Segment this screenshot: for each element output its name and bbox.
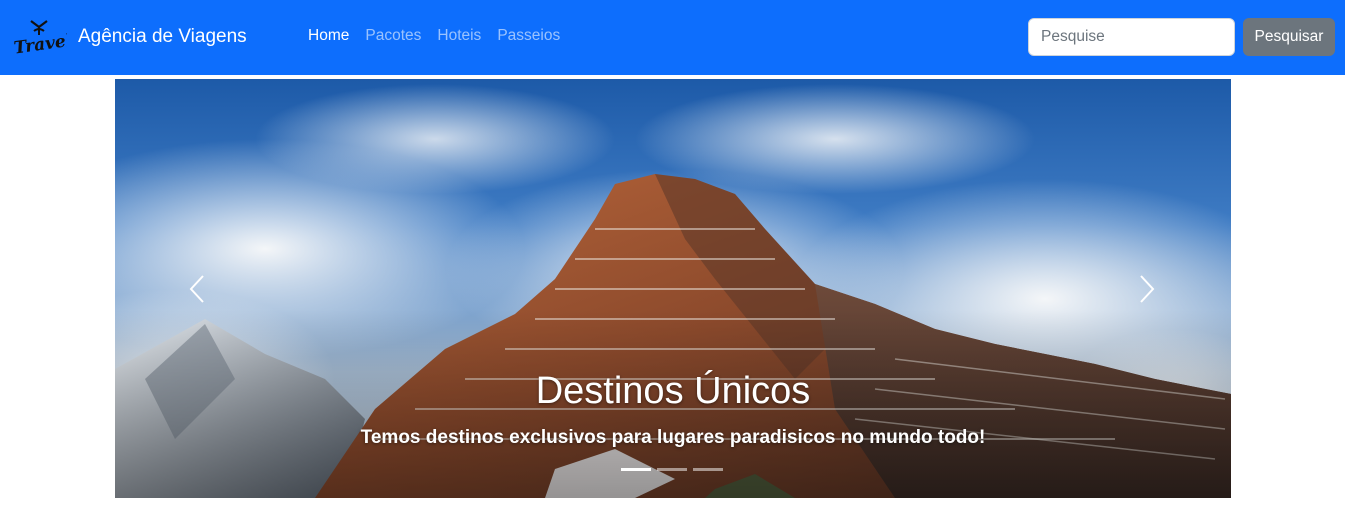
navbar: Travel Agência de Viagens Home Pacotes H… bbox=[0, 0, 1345, 75]
carousel-indicator-1[interactable] bbox=[621, 468, 651, 471]
chevron-right-icon bbox=[1140, 275, 1155, 303]
chevron-left-icon bbox=[189, 275, 204, 303]
carousel-indicators bbox=[621, 468, 729, 471]
nav-link-hoteis[interactable]: Hoteis bbox=[429, 27, 489, 45]
brand-name[interactable]: Agência de Viagens bbox=[78, 26, 247, 48]
nav-link-passeios[interactable]: Passeios bbox=[489, 27, 568, 45]
carousel-indicator-2[interactable] bbox=[657, 468, 687, 471]
carousel-prev-button[interactable] bbox=[177, 269, 217, 309]
search-button[interactable]: Pesquisar bbox=[1243, 18, 1335, 56]
carousel-caption: Destinos Únicos Temos destinos exclusivo… bbox=[115, 369, 1231, 449]
travel-logo-icon: Travel bbox=[13, 20, 67, 57]
carousel-next-button[interactable] bbox=[1127, 269, 1167, 309]
slide-title: Destinos Únicos bbox=[535, 370, 811, 412]
brand[interactable]: Travel Agência de Viagens bbox=[13, 17, 247, 57]
slide-text: Temos destinos exclusivos para lugares p… bbox=[360, 426, 986, 448]
nav-links: Home Pacotes Hoteis Passeios bbox=[300, 27, 568, 45]
carousel-indicator-3[interactable] bbox=[693, 468, 723, 471]
search-input[interactable] bbox=[1028, 18, 1235, 56]
search-form: Pesquisar bbox=[1028, 18, 1335, 56]
nav-link-pacotes[interactable]: Pacotes bbox=[357, 27, 429, 45]
logo-text: Travel bbox=[13, 31, 67, 57]
hero-carousel: Destinos Únicos Temos destinos exclusivo… bbox=[115, 79, 1231, 498]
nav-link-home[interactable]: Home bbox=[300, 27, 357, 45]
